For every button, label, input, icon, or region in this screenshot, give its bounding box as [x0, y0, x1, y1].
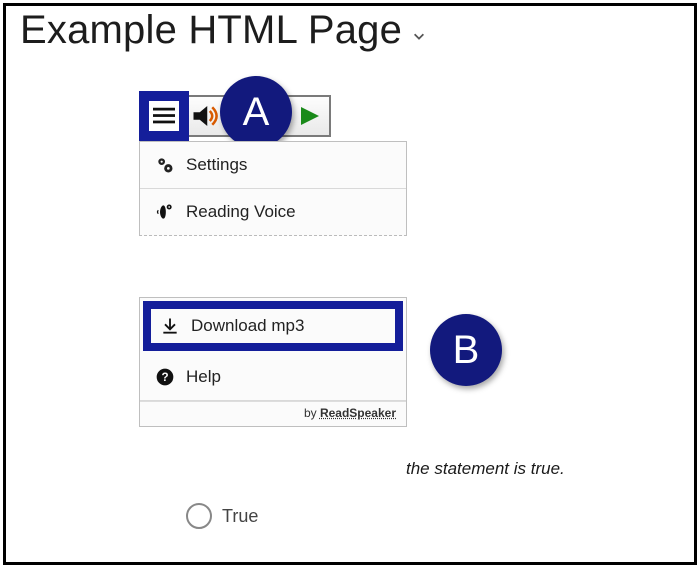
annotation-marker-b: B — [430, 314, 502, 386]
download-icon — [159, 315, 181, 337]
play-icon[interactable] — [297, 104, 321, 128]
speaker-icon — [191, 101, 221, 131]
menu-item-help[interactable]: ? Help — [140, 354, 406, 401]
svg-text:?: ? — [161, 371, 168, 384]
menu-item-label: Download mp3 — [191, 316, 304, 336]
menu-item-label: Reading Voice — [186, 202, 296, 222]
app-frame: Example HTML Page A — [3, 3, 697, 565]
attribution: by ReadSpeaker — [140, 401, 406, 426]
voice-icon — [154, 201, 176, 223]
chevron-down-icon[interactable] — [412, 29, 426, 43]
radio-label: True — [222, 506, 258, 527]
background-radio-true[interactable]: True — [186, 503, 258, 529]
annotation-marker-a: A — [220, 76, 292, 148]
background-text-fragment: the statement is true. — [406, 459, 565, 479]
menu-item-settings[interactable]: Settings — [140, 142, 406, 189]
help-icon: ? — [154, 366, 176, 388]
attribution-brand[interactable]: ReadSpeaker — [320, 406, 396, 420]
menu-item-label: Help — [186, 367, 221, 387]
title-row: Example HTML Page — [20, 8, 426, 53]
page-title: Example HTML Page — [20, 8, 402, 53]
menu-panel-top: Settings Reading Voice — [139, 141, 407, 236]
menu-item-download-mp3[interactable]: Download mp3 — [143, 301, 403, 351]
menu-item-label: Settings — [186, 155, 247, 175]
menu-icon — [153, 107, 175, 125]
menu-button[interactable] — [139, 91, 189, 141]
radio-icon — [186, 503, 212, 529]
menu-item-reading-voice[interactable]: Reading Voice — [140, 189, 406, 235]
gear-icon — [154, 154, 176, 176]
menu-panel-bottom: Download mp3 ? Help by ReadSpeaker — [139, 297, 407, 427]
attribution-by: by — [304, 406, 320, 420]
